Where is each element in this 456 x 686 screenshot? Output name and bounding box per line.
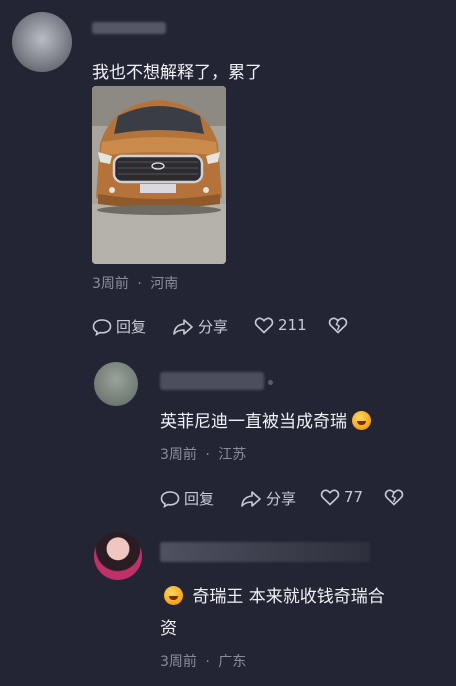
- share-icon: [241, 490, 261, 507]
- reply-button[interactable]: 回复: [92, 316, 146, 337]
- comment-meta: 3周前 · 河南: [92, 273, 178, 293]
- reply-label: 回复: [116, 318, 147, 336]
- share-icon: [173, 318, 193, 335]
- username-blurred[interactable]: [92, 22, 166, 34]
- like-count: 211: [278, 316, 307, 334]
- car-photo[interactable]: [92, 86, 226, 264]
- like-icon: [320, 489, 340, 506]
- comment-text: 我也不想解释了，累了: [92, 63, 262, 83]
- comment-meta: 3周前 · 江苏: [160, 444, 246, 464]
- comment-location: 江苏: [218, 447, 247, 463]
- reply-icon: [92, 318, 112, 336]
- share-button[interactable]: 分享: [172, 316, 228, 337]
- dislike-button[interactable]: [384, 488, 404, 506]
- username-blur-dot: [268, 380, 273, 385]
- comment-time: 3周前: [92, 276, 129, 292]
- comment-meta: 3周前 · 广东: [160, 651, 246, 671]
- comment-text-line2: 资: [160, 619, 177, 639]
- comment-time: 3周前: [160, 447, 197, 463]
- username-blurred[interactable]: [160, 542, 370, 562]
- reply-label: 回复: [184, 490, 215, 508]
- comment-text: 奇瑞王 本来就收钱奇瑞合: [164, 582, 385, 607]
- dislike-button[interactable]: [328, 316, 348, 334]
- laughing-crying-emoji-icon: [352, 411, 372, 430]
- share-button[interactable]: 分享: [240, 488, 296, 509]
- reply-icon: [160, 490, 180, 508]
- comment-text-line1: 奇瑞王 本来就收钱奇瑞合: [192, 587, 385, 607]
- meta-separator: ·: [137, 276, 142, 292]
- comment-text-content: 英菲尼迪一直被当成奇瑞: [160, 412, 347, 432]
- meta-separator: ·: [205, 654, 210, 670]
- avatar[interactable]: [12, 12, 72, 72]
- comment-location: 河南: [150, 276, 179, 292]
- car-image: [92, 86, 226, 264]
- avatar[interactable]: [94, 362, 138, 406]
- share-label: 分享: [198, 318, 229, 336]
- comment-location: 广东: [218, 654, 247, 670]
- avatar[interactable]: [94, 532, 142, 580]
- username-blurred[interactable]: [160, 372, 264, 390]
- dislike-icon: [328, 317, 348, 334]
- like-button[interactable]: 211: [254, 316, 307, 334]
- share-label: 分享: [266, 490, 297, 508]
- laughing-emoji-icon: [164, 586, 183, 605]
- like-count: 77: [344, 488, 364, 506]
- like-button[interactable]: 77: [320, 488, 363, 506]
- meta-separator: ·: [205, 447, 210, 463]
- like-icon: [254, 317, 274, 334]
- reply-button[interactable]: 回复: [160, 488, 214, 509]
- comment-time: 3周前: [160, 654, 197, 670]
- dislike-icon: [384, 489, 404, 506]
- comment-text: 英菲尼迪一直被当成奇瑞: [160, 407, 372, 432]
